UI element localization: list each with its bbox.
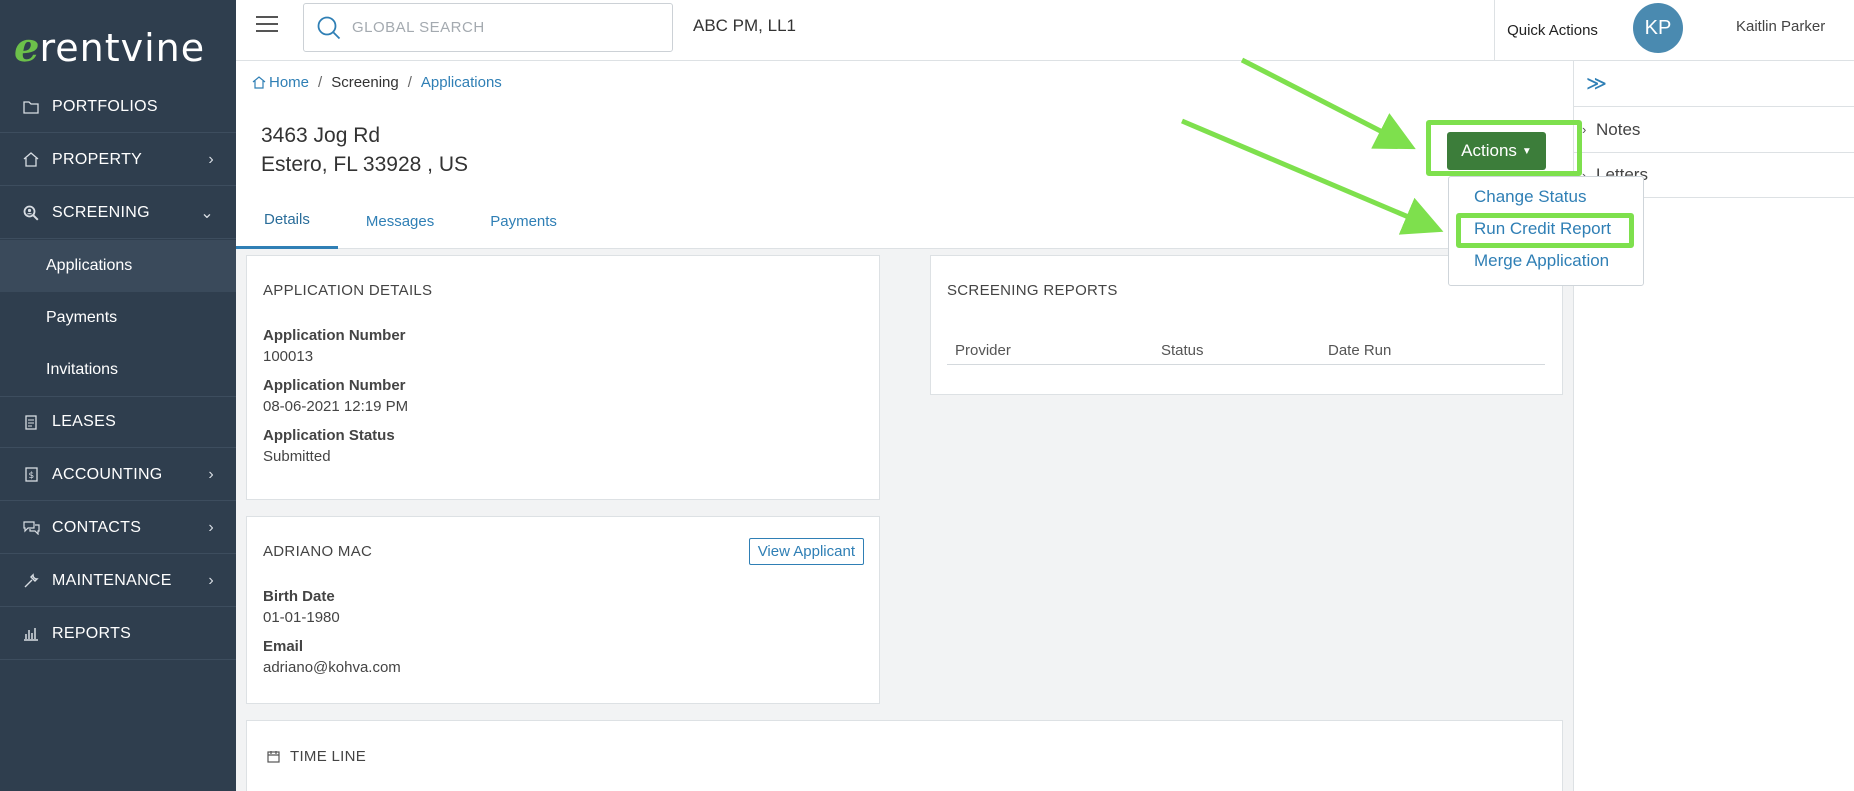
table-divider <box>947 364 1545 365</box>
property-address-line2: Estero, FL 33928 , US <box>261 153 468 176</box>
chevron-right-icon: › <box>1582 122 1587 137</box>
chat-icon <box>22 520 40 535</box>
field-value: adriano@kohva.com <box>263 659 401 676</box>
sidebar-item-portfolios[interactable]: PORTFOLIOS <box>0 81 236 133</box>
field-value: 01-01-1980 <box>263 609 340 626</box>
sidebar-subitem-payments[interactable]: Payments <box>0 292 236 344</box>
card-title: ADRIANO MAC <box>263 543 373 560</box>
sidebar-item-leases[interactable]: LEASES <box>0 396 236 448</box>
field-label: Application Number <box>263 327 406 344</box>
view-applicant-button[interactable]: View Applicant <box>748 538 864 565</box>
bar-chart-icon <box>22 626 40 641</box>
sidebar: ℯ rentvine PORTFOLIOS PROPERTY › SCREENI… <box>0 0 236 791</box>
sidebar-item-label: PORTFOLIOS <box>52 97 158 115</box>
sidebar-item-label: REPORTS <box>52 624 132 642</box>
tab-messages[interactable]: Messages <box>338 193 462 249</box>
menu-item-change-status[interactable]: Change Status <box>1474 187 1586 207</box>
sidebar-item-label: CONTACTS <box>52 518 142 536</box>
right-panel: ≫ › Notes › Letters <box>1573 61 1854 791</box>
sidebar-item-contacts[interactable]: CONTACTS › <box>0 502 236 554</box>
sidebar-item-maintenance[interactable]: MAINTENANCE › <box>0 555 236 607</box>
applicant-card: ADRIANO MAC View Applicant Birth Date 01… <box>246 516 880 704</box>
field-label: Application Number <box>263 377 406 394</box>
folder-icon <box>22 100 40 114</box>
card-title: SCREENING REPORTS <box>947 282 1118 299</box>
home-icon <box>22 152 40 167</box>
calendar-icon <box>267 751 280 763</box>
company-name[interactable]: ABC PM, LL1 <box>693 16 796 36</box>
actions-highlight-box <box>1426 120 1582 176</box>
quick-actions-button[interactable]: Quick Actions <box>1494 0 1610 60</box>
panel-item-notes[interactable]: › Notes <box>1574 106 1854 152</box>
home-icon <box>252 76 266 89</box>
user-name[interactable]: Kaitlin Parker <box>1736 18 1825 35</box>
chevron-right-icon: › <box>208 518 214 536</box>
search-icon <box>317 16 341 39</box>
chevron-right-icon: › <box>208 571 214 589</box>
sidebar-item-screening[interactable]: SCREENING ⌄ <box>0 187 236 239</box>
chevron-right-icon: › <box>208 465 214 483</box>
sidebar-item-property[interactable]: PROPERTY › <box>0 134 236 186</box>
field-value: Submitted <box>263 448 331 465</box>
search-user-icon <box>22 205 40 221</box>
avatar[interactable]: KP <box>1633 3 1683 53</box>
column-header-status[interactable]: Status <box>1161 342 1204 359</box>
property-address-line1: 3463 Jog Rd <box>261 124 381 147</box>
breadcrumb-separator: / <box>407 74 412 91</box>
sidebar-subitem-applications[interactable]: Applications <box>0 240 236 292</box>
breadcrumb: Home / Screening / Applications <box>252 74 502 91</box>
sidebar-item-reports[interactable]: REPORTS <box>0 608 236 660</box>
collapse-panel-icon[interactable]: ≫ <box>1586 71 1607 96</box>
breadcrumb-screening: Screening <box>331 74 399 91</box>
tab-payments[interactable]: Payments <box>462 193 585 249</box>
breadcrumb-applications[interactable]: Applications <box>421 74 502 91</box>
document-icon <box>22 414 40 430</box>
field-value: 100013 <box>263 348 314 365</box>
search-input[interactable] <box>352 19 652 36</box>
sidebar-item-label: SCREENING <box>52 203 150 221</box>
logo-mark: ℯ <box>14 24 40 71</box>
column-header-date-run[interactable]: Date Run <box>1328 342 1391 359</box>
wrench-icon <box>22 572 40 589</box>
timeline-card: TIME LINE <box>246 720 1563 791</box>
menu-item-merge-application[interactable]: Merge Application <box>1474 251 1609 271</box>
tab-details[interactable]: Details <box>236 193 338 249</box>
logo-text: rentvine <box>39 25 206 70</box>
content-header: Home / Screening / Applications 3463 Jog… <box>236 61 1573 249</box>
application-details-card: APPLICATION DETAILS Application Number 1… <box>246 255 880 500</box>
chevron-down-icon: ⌄ <box>200 204 214 222</box>
chevron-right-icon: › <box>208 150 214 168</box>
sidebar-item-label: ACCOUNTING <box>52 465 163 483</box>
sidebar-item-label: PROPERTY <box>52 150 143 168</box>
field-label: Application Status <box>263 427 395 444</box>
card-title: TIME LINE <box>290 748 367 765</box>
breadcrumb-separator: / <box>318 74 323 91</box>
hamburger-menu-icon[interactable] <box>256 16 278 34</box>
sidebar-subitem-invitations[interactable]: Invitations <box>0 344 236 396</box>
field-value: 08-06-2021 12:19 PM <box>263 398 409 415</box>
field-label: Birth Date <box>263 588 335 605</box>
svg-text:$: $ <box>28 471 34 481</box>
ledger-icon: $ <box>22 467 40 482</box>
global-search[interactable] <box>303 3 673 52</box>
column-header-provider[interactable]: Provider <box>955 342 1011 359</box>
run-credit-report-highlight-box <box>1456 213 1634 248</box>
sidebar-item-accounting[interactable]: $ ACCOUNTING › <box>0 449 236 501</box>
breadcrumb-home[interactable]: Home <box>269 74 309 91</box>
field-label: Email <box>263 638 304 655</box>
sidebar-item-label: MAINTENANCE <box>52 571 172 589</box>
sidebar-item-label: LEASES <box>52 413 117 430</box>
card-title: APPLICATION DETAILS <box>263 282 433 299</box>
panel-item-label: Notes <box>1596 119 1641 139</box>
timeline-header: TIME LINE <box>267 748 366 765</box>
top-bar: ABC PM, LL1 Quick Actions KP Kaitlin Par… <box>236 0 1854 61</box>
tab-bar: Details Messages Payments <box>236 193 585 249</box>
